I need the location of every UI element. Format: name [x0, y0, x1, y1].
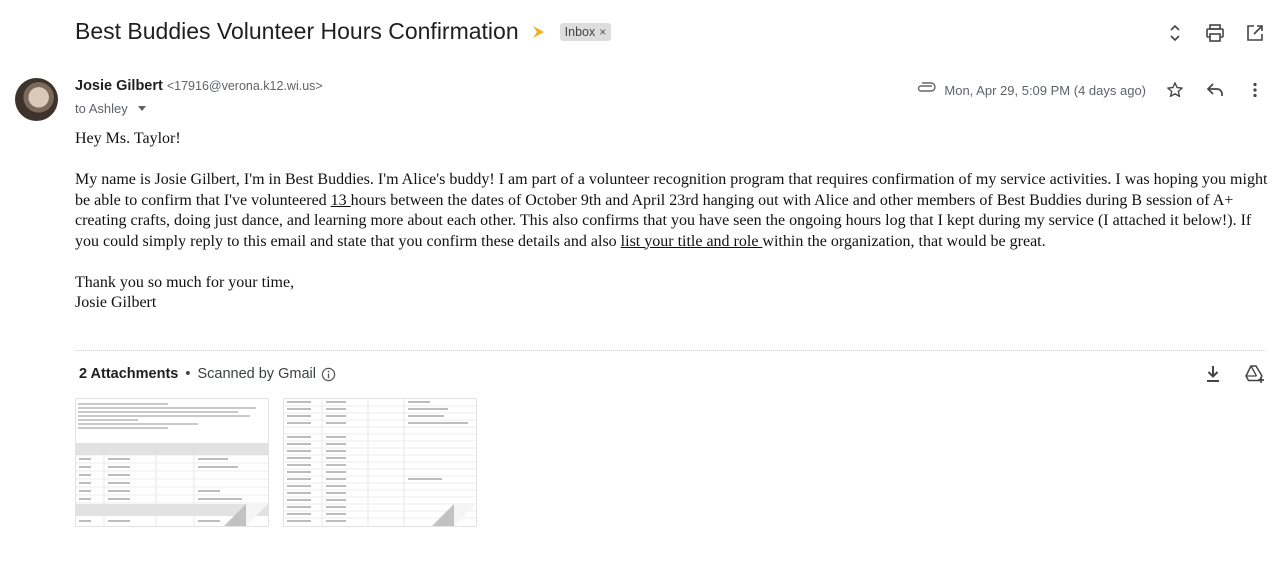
thread-toolbar	[1164, 22, 1266, 44]
signature: Josie Gilbert	[75, 294, 157, 311]
greeting: Hey Ms. Taylor!	[75, 130, 181, 147]
chevron-down-icon[interactable]	[137, 106, 146, 111]
add-to-drive-icon[interactable]	[1244, 363, 1266, 385]
attachment-thumbnail-2[interactable]	[283, 398, 477, 527]
sender-name[interactable]: Josie Gilbert	[75, 78, 163, 94]
download-all-icon[interactable]	[1202, 363, 1224, 385]
inbox-label-chip: Inbox ×	[559, 22, 612, 41]
separator-dot: •	[185, 366, 191, 382]
attachments-divider	[75, 350, 1266, 351]
attachments-count: 2 Attachments	[79, 366, 179, 382]
attachments-header: 2 Attachments • Scanned by Gmail	[79, 366, 336, 382]
open-in-new-window-icon[interactable]	[1244, 22, 1266, 44]
subject-row: Best Buddies Volunteer Hours Confirmatio…	[75, 18, 612, 45]
important-marker-icon[interactable]	[532, 25, 544, 38]
scanned-by-gmail: Scanned by Gmail	[197, 366, 316, 382]
attachment-clip-icon	[916, 81, 937, 99]
reply-icon[interactable]	[1204, 79, 1226, 101]
closing: Thank you so much for your time,	[75, 273, 295, 291]
more-vert-icon[interactable]	[1244, 79, 1266, 101]
info-icon[interactable]	[321, 367, 336, 382]
attachment-thumbnail-1[interactable]	[75, 398, 269, 527]
body-paragraph: My name is Josie Gilbert, I'm in Best Bu…	[75, 170, 1270, 252]
message-body: Hey Ms. Taylor! My name is Josie Gilbert…	[75, 129, 1270, 314]
inbox-label-text: Inbox	[564, 24, 596, 39]
print-icon[interactable]	[1204, 22, 1226, 44]
remove-label-icon[interactable]: ×	[599, 25, 606, 39]
sender-email: <17916@verona.k12.wi.us>	[166, 79, 323, 93]
email-subject: Best Buddies Volunteer Hours Confirmatio…	[75, 18, 519, 44]
underlined-hours: 13	[330, 191, 351, 209]
star-icon[interactable]	[1164, 79, 1186, 101]
message-date: Mon, Apr 29, 5:09 PM (4 days ago)	[944, 82, 1146, 98]
sender-row: Josie Gilbert <17916@verona.k12.wi.us>	[75, 78, 323, 94]
expand-collapse-icon[interactable]	[1164, 22, 1186, 44]
recipient-details-toggle[interactable]: to Ashley	[75, 101, 146, 116]
underlined-title-role: list your title and role	[620, 232, 763, 250]
body-text-part-3: within the organization, that would be g…	[762, 232, 1046, 250]
sender-avatar[interactable]	[15, 78, 58, 121]
recipient-text: to Ashley	[75, 101, 128, 116]
attachments-actions	[1202, 363, 1266, 385]
message-meta: Mon, Apr 29, 5:09 PM (4 days ago)	[916, 79, 1266, 101]
